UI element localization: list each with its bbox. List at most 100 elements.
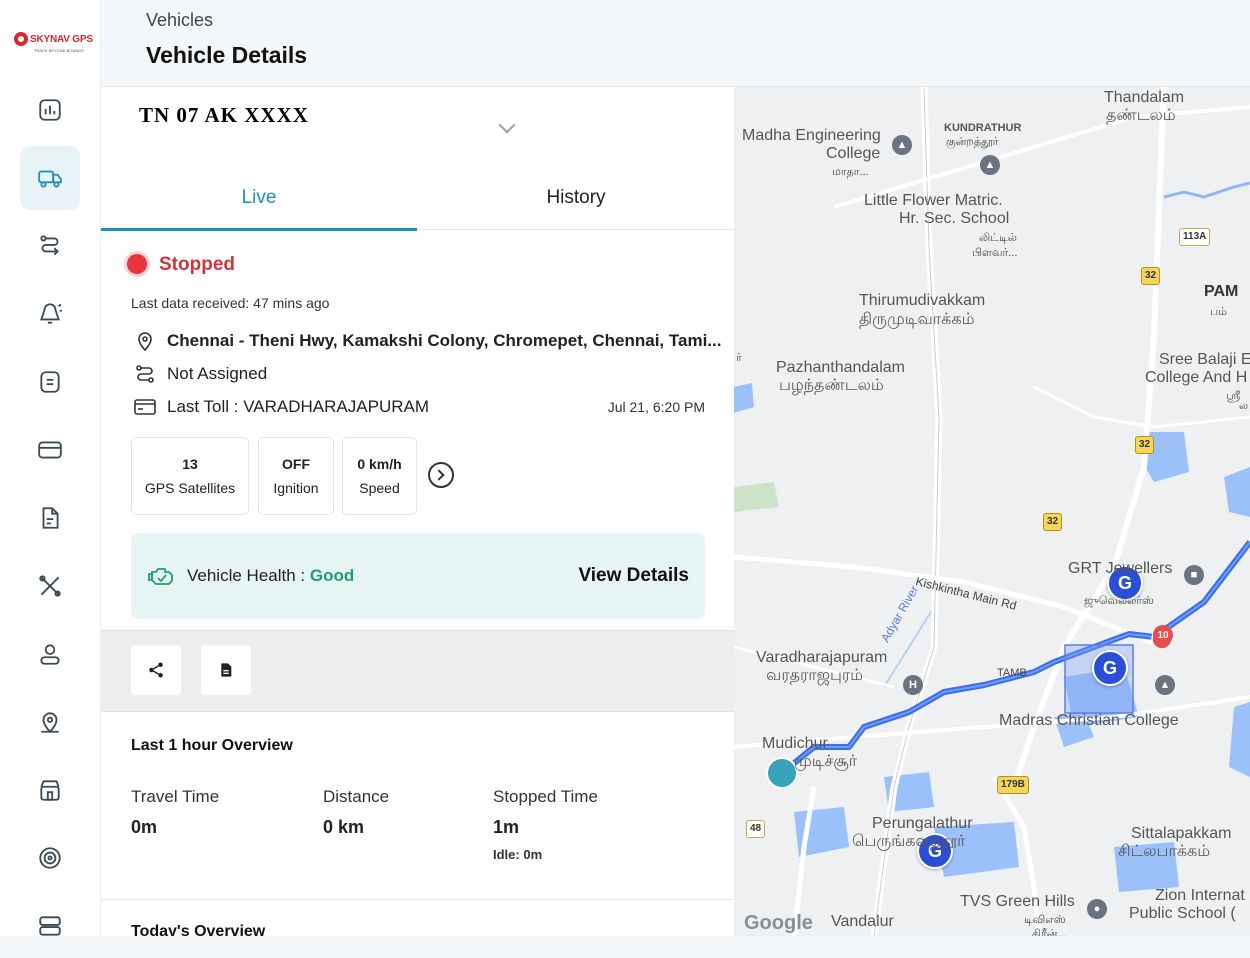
map-label: ர் (736, 352, 742, 364)
divider (101, 899, 734, 900)
storage-icon (39, 916, 61, 936)
report-file-icon (42, 507, 59, 529)
map-label: தண்டலம் (1106, 107, 1176, 124)
map-label: Little Flower Matric. (864, 192, 1003, 209)
last-data-received: Last data received: 47 mins ago (131, 295, 330, 311)
last-hour-overview-title: Last 1 hour Overview (131, 737, 293, 754)
dashboard-chart-icon (39, 99, 61, 121)
driver-row: Not Assigned (133, 362, 267, 386)
school-icon: ▲ (1155, 675, 1175, 695)
nav-vehicles[interactable] (20, 146, 80, 210)
map-label: ல (1239, 400, 1249, 412)
stat-value: 0 km/h (357, 456, 402, 472)
map-label: College And H (1145, 369, 1248, 386)
map-label: ஜுவெல்லர்ஸ் (1084, 595, 1154, 607)
location-pin-icon: ● (1087, 899, 1107, 919)
vehicle-address: Chennai - Theni Hwy, Kamakshi Colony, Ch… (167, 331, 722, 350)
nav-routes[interactable] (20, 214, 80, 278)
page-title: Vehicle Details (146, 42, 308, 68)
health-value: Good (309, 566, 355, 585)
highway-badge: 179B (997, 776, 1029, 794)
tab-live[interactable]: Live (101, 167, 417, 231)
map-label: Thandalam (1104, 89, 1185, 106)
map-label: Zion Internat (1155, 887, 1245, 904)
stat-label: GPS Satellites (144, 480, 236, 496)
nav-alerts[interactable] (20, 282, 80, 346)
distance-value: 0 km (323, 817, 365, 837)
map-label: TAMB (997, 667, 1027, 679)
driver-route-icon (136, 365, 154, 383)
document-list-icon (40, 371, 60, 393)
nav-geofence[interactable] (20, 690, 80, 754)
page-header: Vehicles Vehicle Details (101, 0, 1250, 87)
nav-storage[interactable] (20, 894, 80, 958)
tyre-icon (39, 847, 61, 869)
toll-time: Jul 21, 6:20 PM (607, 399, 705, 415)
toll-card-icon (134, 399, 156, 415)
nav-dashboard[interactable] (20, 78, 80, 142)
highway-badge: 32 (1135, 436, 1155, 454)
next-stats-button[interactable] (428, 462, 454, 488)
live-map[interactable]: G G G 10 ▲ ▲ H ▲ ■ ● Thandalam தண்டலம் M… (734, 87, 1250, 936)
nav-maintenance[interactable] (20, 554, 80, 618)
report-button[interactable] (201, 645, 251, 695)
vehicle-health-card: Vehicle Health : Good View Details (131, 533, 705, 619)
health-label-text: Vehicle Health : (187, 566, 310, 585)
map-label: Pazhanthandalam (776, 359, 905, 376)
map-marker-g[interactable]: G (1092, 650, 1128, 686)
map-label: GRT Jewellers (1068, 560, 1173, 577)
map-label: Varadharajapuram (756, 649, 888, 666)
nav-tyres[interactable] (20, 826, 80, 890)
location-user-icon (41, 712, 59, 734)
nav-documents[interactable] (20, 350, 80, 414)
vehicle-select[interactable]: TN 07 AK XXXX (139, 103, 309, 128)
school-icon: ▲ (980, 155, 1000, 175)
brand-name: SKYNAV GPS (30, 33, 93, 45)
map-label: வரதராஜபுரம் (766, 667, 864, 684)
tab-history[interactable]: History (418, 167, 734, 229)
view-details-link[interactable]: View Details (578, 565, 689, 587)
map-label: பெருங்களத்தூர் (852, 833, 966, 850)
share-icon (149, 662, 163, 678)
action-bar (101, 630, 734, 712)
tools-icon (39, 575, 61, 597)
stat-label: Ignition (273, 480, 319, 496)
map-label: Vandalur (831, 913, 894, 930)
map-label: முடிச்சூர் (794, 753, 858, 770)
route-icon (40, 235, 59, 256)
today-overview-title: Today's Overview (131, 923, 266, 936)
highway-badge: 113A (1179, 228, 1211, 246)
alert-bell-icon (40, 303, 62, 324)
user-icon (40, 644, 60, 665)
nav-users[interactable] (20, 622, 80, 686)
stat-ignition: OFF Ignition (258, 437, 334, 515)
truck-icon (38, 170, 62, 188)
stat-value: OFF (282, 456, 310, 472)
map-cluster[interactable]: 10 (1153, 625, 1173, 645)
nav-cards[interactable] (20, 418, 80, 482)
breadcrumb[interactable]: Vehicles (146, 10, 213, 31)
idle-time: Idle: 0m (493, 847, 543, 862)
stopped-time-label: Stopped Time (493, 787, 598, 806)
map-label: சிட்லபாக்கம் (1118, 843, 1211, 860)
stat-gps-satellites: 13 GPS Satellites (131, 437, 249, 515)
stat-value: 13 (182, 456, 198, 472)
map-label: பிளவர்... (972, 247, 1018, 259)
building-icon (40, 780, 60, 801)
status-label: Stopped (159, 254, 235, 275)
travel-time-label: Travel Time (131, 787, 220, 806)
stat-label: Speed (359, 480, 400, 496)
map-label: Mudichur (762, 735, 828, 752)
nav-branches[interactable] (20, 758, 80, 822)
distance-label: Distance (323, 787, 390, 806)
shop-icon: ■ (1184, 565, 1204, 585)
chevron-down-icon[interactable] (498, 116, 516, 134)
google-logo: Google (744, 912, 813, 934)
map-label: பழந்தண்டலம் (779, 377, 884, 394)
nav-reports[interactable] (20, 486, 80, 550)
map-label: PAM (1204, 283, 1239, 300)
share-button[interactable] (131, 645, 181, 695)
toll-row: Last Toll : VARADHARAJAPURAM (133, 395, 429, 419)
location-pin-icon (138, 332, 152, 352)
stopped-time-value: 1m (493, 817, 520, 837)
